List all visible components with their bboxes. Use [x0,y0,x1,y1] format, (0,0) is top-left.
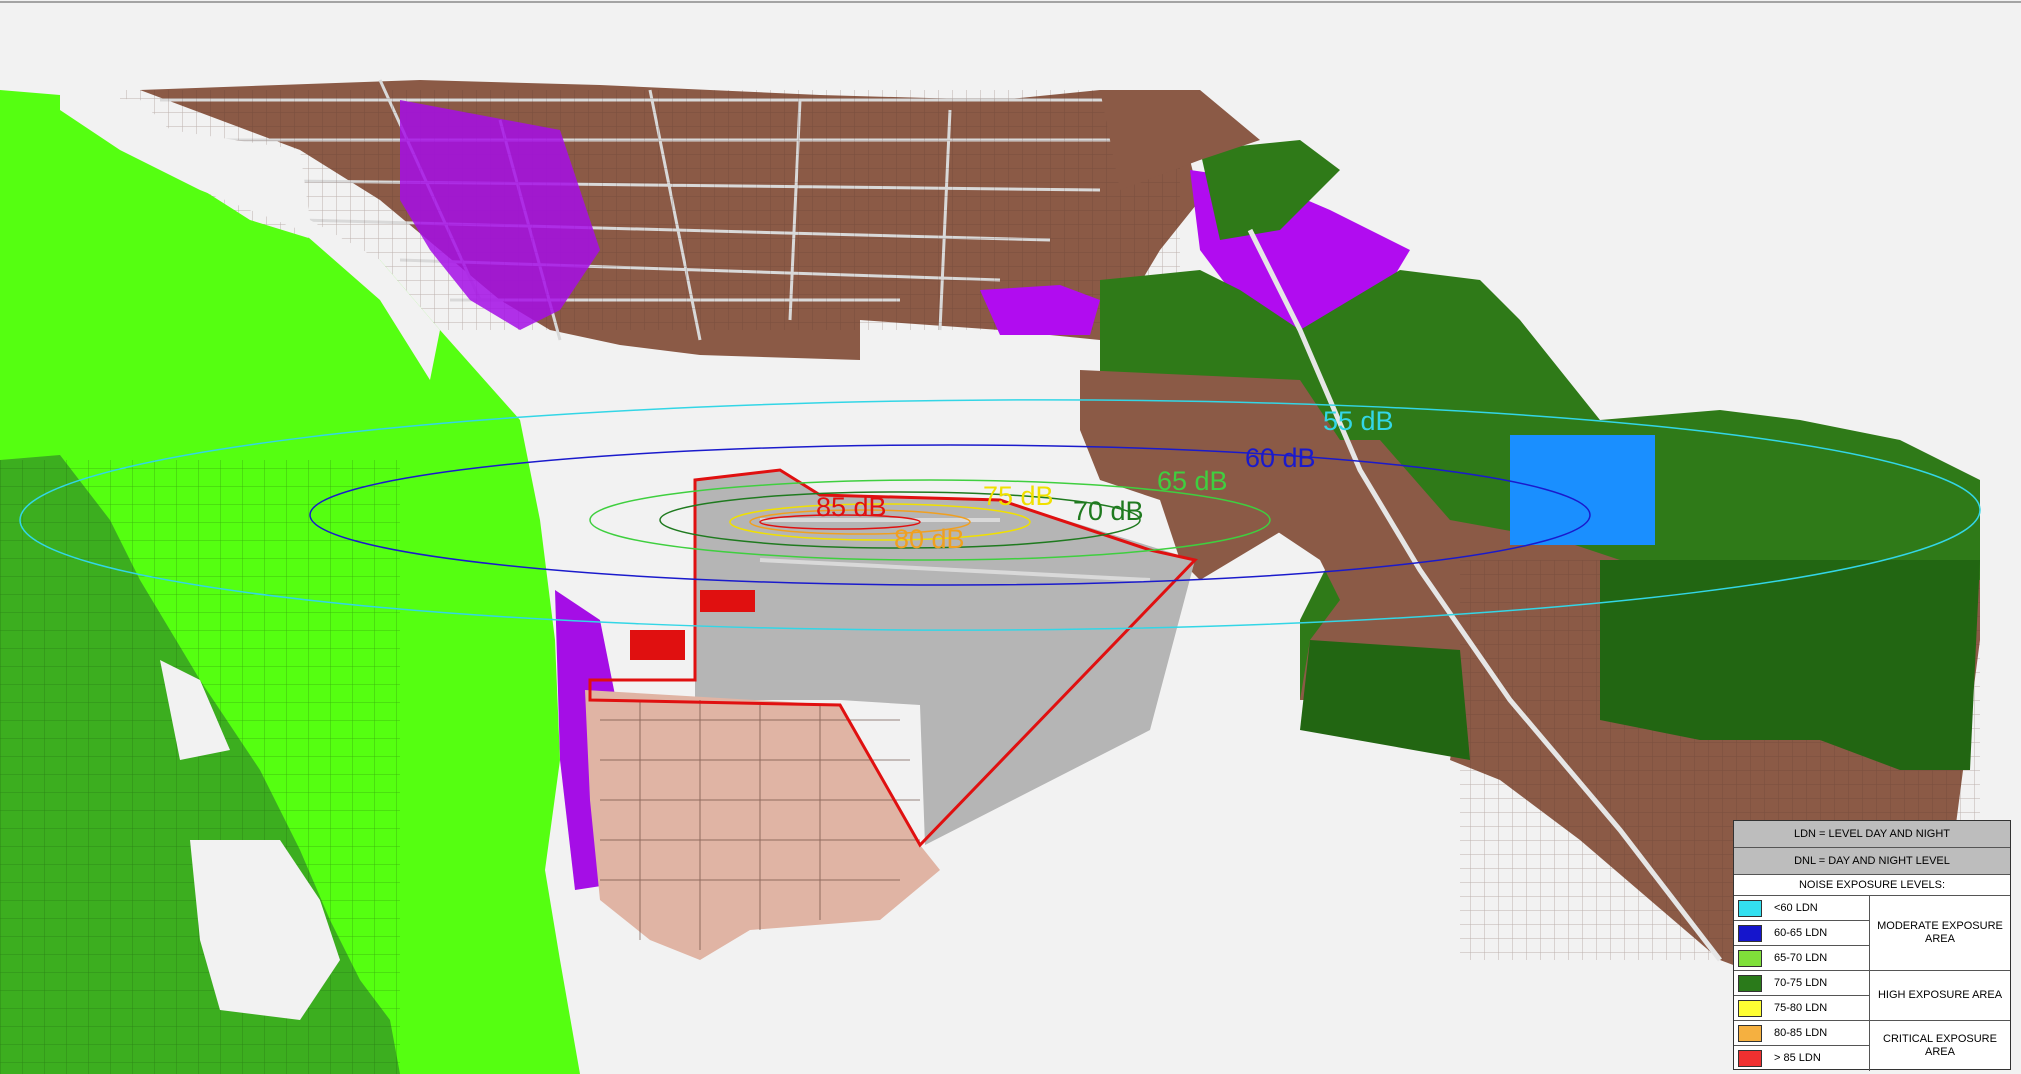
legend-level-label: <60 LDN [1774,902,1818,914]
legend-level-label: 60-65 LDN [1774,927,1828,939]
contour-label-75db: 75 dB [983,481,1054,511]
legend-dnl-definition: DNL = DAY AND NIGHT LEVEL [1734,848,2010,875]
legend-body: <60 LDN 60-65 LDN 65-70 LDN 70-75 LDN 75… [1734,896,2010,1071]
legend-level-label: 80-85 LDN [1774,1027,1828,1039]
legend-row: 75-80 LDN [1734,996,1869,1021]
legend-ldn-definition: LDN = LEVEL DAY AND NIGHT [1734,821,2010,848]
noise-contour-map: 55 dB 60 dB 65 dB 70 dB 75 dB 80 dB 85 d… [0,0,2021,1074]
legend-row: > 85 LDN [1734,1046,1869,1071]
legend-swatch [1738,900,1762,917]
legend-level-label: 65-70 LDN [1774,952,1828,964]
legend-swatch [1738,1025,1762,1042]
legend-swatch [1738,925,1762,942]
legend-row: 70-75 LDN [1734,971,1869,996]
legend-row: <60 LDN [1734,896,1869,921]
map-legend: LDN = LEVEL DAY AND NIGHT DNL = DAY AND … [1733,820,2011,1071]
legend-swatch [1738,1000,1762,1017]
legend-category-critical: CRITICAL EXPOSURE AREA [1869,1021,2010,1071]
legend-category-high: HIGH EXPOSURE AREA [1869,971,2010,1021]
legend-swatch [1738,975,1762,992]
contour-label-60db: 60 dB [1245,443,1316,473]
contour-label-55db: 55 dB [1323,406,1394,436]
legend-level-label: 75-80 LDN [1774,1002,1828,1014]
legend-level-label: 70-75 LDN [1774,977,1828,989]
legend-row: 80-85 LDN [1734,1021,1869,1046]
contour-label-65db: 65 dB [1157,466,1228,496]
contour-label-85db: 85 dB [816,492,887,522]
legend-swatch [1738,1050,1762,1067]
water-body [1510,435,1655,545]
legend-row: 65-70 LDN [1734,946,1869,971]
red-facility [700,590,755,612]
legend-title: NOISE EXPOSURE LEVELS: [1734,875,2010,896]
contour-label-70db: 70 dB [1073,496,1144,526]
legend-swatch [1738,950,1762,967]
legend-level-label: > 85 LDN [1774,1052,1821,1064]
legend-category-moderate: MODERATE EXPOSURE AREA [1869,896,2010,971]
contour-label-80db: 80 dB [894,524,965,554]
legend-row: 60-65 LDN [1734,921,1869,946]
red-facility [630,630,685,660]
